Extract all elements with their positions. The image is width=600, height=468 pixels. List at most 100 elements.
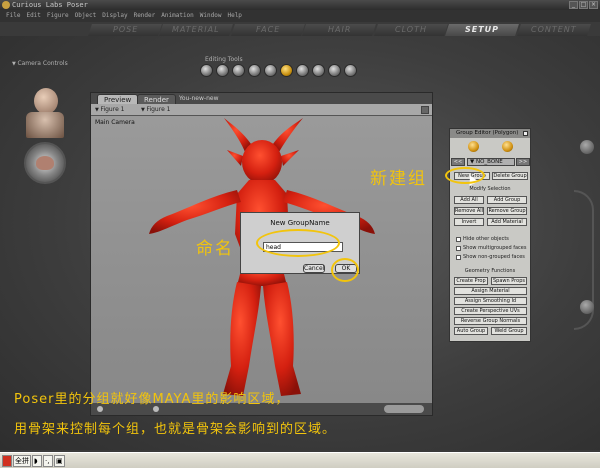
weld-group-button[interactable]: Weld Group (491, 327, 527, 335)
extra-tab-label: You-new-new (179, 95, 219, 102)
translate-tool-icon[interactable] (232, 64, 245, 77)
show-multigrouped-checkbox[interactable]: Show multigrouped faces (456, 245, 526, 251)
assign-smoothing-button[interactable]: Assign Smoothing Id (454, 297, 527, 305)
add-group-button[interactable]: Add Group (487, 196, 527, 204)
light-knob-icon[interactable] (580, 300, 594, 314)
reverse-normals-button[interactable]: Reverse Group Normals (454, 317, 527, 325)
window-title: Curious Labs Poser (12, 1, 88, 9)
body-camera-icon[interactable] (26, 112, 64, 138)
element-select[interactable]: Figure 1 (141, 105, 170, 115)
maximize-button[interactable]: □ (579, 1, 588, 9)
geometry-functions-label: Geometry Functions (464, 268, 516, 274)
tab-material[interactable]: MATERIAL (159, 24, 234, 36)
right-ear (281, 150, 299, 166)
cancel-button[interactable]: Cancel (303, 264, 325, 273)
tab-hair[interactable]: HAIR (302, 24, 377, 36)
chain-break-tool-icon[interactable] (328, 64, 341, 77)
next-group-button[interactable]: >> (516, 158, 530, 166)
close-button[interactable]: × (589, 1, 598, 9)
checkbox-icon (456, 254, 461, 260)
menu-window[interactable]: Window (200, 10, 222, 22)
right-horn (273, 118, 303, 152)
group-tool-icon[interactable] (280, 64, 293, 77)
color-tool-icon[interactable] (296, 64, 309, 77)
caption-line-1: Poser里的分组就好像MAYA里的影响区域， (14, 392, 290, 407)
create-perspective-uvs-button[interactable]: Create Perspective UVs (454, 307, 527, 315)
left-ear (227, 150, 243, 166)
hide-other-objects-checkbox[interactable]: Hide other objects (456, 236, 509, 242)
assign-material-button[interactable]: Assign Material (454, 287, 527, 295)
ime-toolbar: 全拼 ◗ ·, ▣ (2, 455, 65, 467)
invert-button[interactable]: Invert (454, 218, 484, 226)
document-tabs: Preview Render You-new-new (91, 93, 432, 104)
tab-content[interactable]: CONTENT (516, 24, 591, 36)
figure-select[interactable]: Figure 1 (95, 105, 124, 115)
tab-setup[interactable]: SETUP (445, 24, 520, 36)
app-icon[interactable] (2, 1, 10, 9)
close-icon[interactable] (523, 131, 528, 136)
ime-mode[interactable]: 全拼 (13, 455, 31, 467)
show-nongrouped-checkbox[interactable]: Show non-grouped faces (456, 254, 525, 260)
light-knob-icon[interactable] (580, 140, 594, 154)
ime-keyboard-icon[interactable]: ▣ (54, 455, 65, 467)
dialog-title: New GroupName (270, 219, 330, 227)
face-camera-icon[interactable] (34, 88, 58, 114)
annotation-naming: 命名 (196, 239, 234, 259)
tab-face[interactable]: FACE (230, 24, 306, 36)
remove-all-button[interactable]: Remove All (454, 207, 484, 215)
highlight-name-field (256, 229, 340, 257)
direct-manipulation-tool-icon[interactable] (344, 64, 357, 77)
create-prop-button[interactable]: Create Prop (454, 277, 488, 285)
menu-help[interactable]: Help (227, 10, 241, 22)
display-style-control[interactable] (384, 405, 424, 413)
ime-halfwidth-icon[interactable]: ◗ (32, 455, 42, 467)
taper-tool-icon[interactable] (312, 64, 325, 77)
ime-punct-icon[interactable]: ·, (43, 455, 53, 467)
add-material-button[interactable]: Add Material (487, 218, 527, 226)
tab-preview[interactable]: Preview (97, 94, 139, 104)
annotation-new-group: 新建组 (370, 169, 427, 189)
camera-trackball[interactable] (24, 142, 66, 184)
menu-file[interactable]: File (6, 10, 20, 22)
tab-cloth[interactable]: CLOTH (373, 24, 449, 36)
camera-controls (20, 88, 70, 198)
rotate-tool-icon[interactable] (200, 64, 213, 77)
menu-render[interactable]: Render (134, 10, 156, 22)
caption-line-2: 用骨架来控制每个组，也就是骨架会影响到的区域。 (14, 422, 337, 437)
menu-animation[interactable]: Animation (161, 10, 194, 22)
add-all-button[interactable]: Add All (454, 196, 484, 204)
remove-group-button[interactable]: Remove Group (487, 207, 527, 215)
options-icon[interactable] (421, 106, 429, 114)
prev-group-button[interactable]: << (451, 158, 465, 166)
group-select[interactable]: ▼ NO_BONE (467, 158, 515, 166)
title-bar: Curious Labs Poser _ □ × (0, 0, 600, 10)
right-leg (263, 282, 301, 396)
highlight-new-group (445, 167, 485, 184)
tab-pose[interactable]: POSE (88, 24, 163, 36)
left-horn (224, 118, 251, 152)
checkbox-icon (456, 236, 461, 242)
menu-figure[interactable]: Figure (47, 10, 69, 22)
vertex-mode-icon[interactable] (502, 141, 513, 152)
left-leg (223, 282, 261, 396)
scale-tool-icon[interactable] (264, 64, 277, 77)
delete-group-button[interactable]: Delete Group (492, 172, 528, 180)
menu-bar: File Edit Figure Object Display Render A… (0, 10, 600, 22)
camera-controls-label[interactable]: Camera Controls (12, 60, 67, 67)
menu-edit[interactable]: Edit (26, 10, 40, 22)
ime-logo-icon[interactable] (2, 455, 12, 467)
taskbar: 全拼 ◗ ·, ▣ (0, 452, 600, 468)
polygon-mode-icon[interactable] (468, 141, 479, 152)
editing-tools (200, 64, 357, 77)
tab-render[interactable]: Render (137, 94, 176, 104)
room-tabs: POSE MATERIAL FACE HAIR CLOTH SETUP CONT… (88, 24, 591, 36)
menu-display[interactable]: Display (102, 10, 127, 22)
auto-group-button[interactable]: Auto Group (454, 327, 488, 335)
window-buttons: _ □ × (569, 1, 598, 9)
left-arm (149, 190, 241, 234)
menu-object[interactable]: Object (75, 10, 97, 22)
minimize-button[interactable]: _ (569, 1, 578, 9)
spawn-props-button[interactable]: Spawn Props (491, 277, 527, 285)
twist-tool-icon[interactable] (216, 64, 229, 77)
translate-z-tool-icon[interactable] (248, 64, 261, 77)
